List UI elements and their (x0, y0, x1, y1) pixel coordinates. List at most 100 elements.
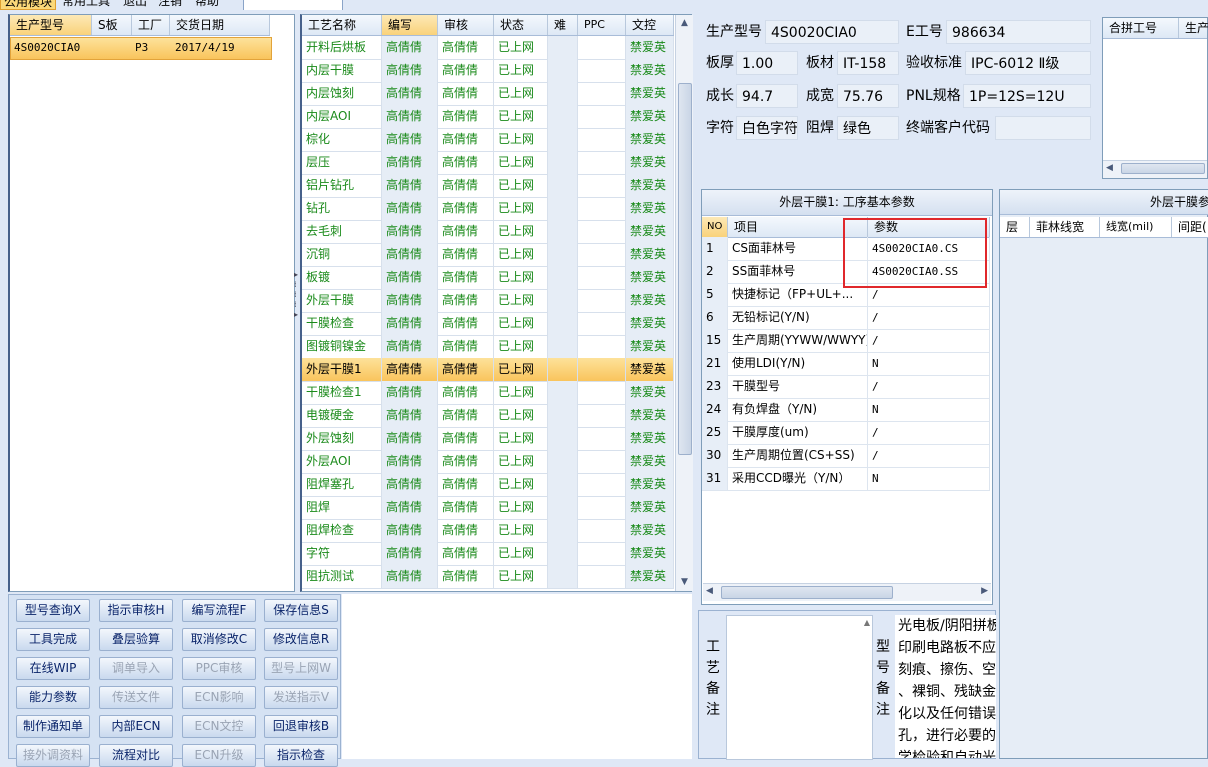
col-linewidth-mil[interactable]: 线宽(mil) (1100, 217, 1172, 237)
table-row[interactable]: 内层干膜 高倩倩 高倩倩 已上网 禁爱英 (302, 59, 674, 83)
action-button[interactable]: 能力参数 (16, 686, 90, 709)
col-film-linewidth[interactable]: 菲林线宽 (1030, 217, 1100, 237)
table-row[interactable]: 内层AOI 高倩倩 高倩倩 已上网 禁爱英 (302, 105, 674, 129)
thickness-field[interactable]: 1.00 (736, 51, 798, 75)
table-row[interactable]: 去毛刺 高倩倩 高倩倩 已上网 禁爱英 (302, 220, 674, 244)
table-row[interactable]: 棕化 高倩倩 高倩倩 已上网 禁爱英 (302, 128, 674, 152)
action-button[interactable]: 保存信息S (264, 599, 338, 622)
action-button[interactable]: 制作通知单 (16, 715, 90, 738)
col-model[interactable]: 生产型号 (10, 15, 92, 35)
action-button[interactable]: PPC审核 (182, 657, 256, 680)
length-field[interactable]: 94.7 (736, 84, 798, 108)
table-row[interactable]: 21 使用LDI(Y/N) N (702, 352, 990, 376)
cell-value[interactable]: / (868, 306, 990, 329)
menu-common-module[interactable]: 公用模块 (0, 0, 57, 10)
action-button[interactable]: 发送指示V (264, 686, 338, 709)
scroll-down-icon[interactable]: ▼ (676, 574, 693, 591)
table-row[interactable]: 外层干膜1 高倩倩 高倩倩 已上网 禁爱英 (302, 358, 674, 382)
col-layer[interactable]: 层 (1000, 217, 1030, 237)
scroll-thumb[interactable] (1121, 163, 1205, 174)
merge-hscrollbar[interactable]: ◀ (1103, 160, 1207, 178)
table-row[interactable]: 6 无铅标记(Y/N) / (702, 306, 990, 330)
action-button[interactable]: 叠层验算 (99, 628, 173, 651)
col-process-name[interactable]: 工艺名称 (302, 15, 382, 35)
menu-common-tools[interactable]: 常用工具 (62, 0, 110, 8)
action-button[interactable]: 指示检查 (264, 744, 338, 767)
width-field[interactable]: 75.76 (837, 84, 899, 108)
table-row[interactable]: 4S0020CIA0 P3 2017/4/19 (10, 37, 272, 60)
process-note-input[interactable]: ▲ (726, 615, 873, 760)
menu-logout[interactable]: 注销 (158, 0, 182, 8)
scroll-up-icon[interactable]: ▲ (676, 15, 693, 32)
action-button[interactable]: 编写流程F (182, 599, 256, 622)
cell-value[interactable]: N (868, 398, 990, 421)
table-row[interactable]: 板镀 高倩倩 高倩倩 已上网 禁爱英 (302, 266, 674, 290)
col-no[interactable]: NO (702, 217, 728, 237)
action-button[interactable]: 接外调资料 (16, 744, 90, 767)
cell-value[interactable]: / (868, 375, 990, 398)
col-status[interactable]: 状态 (494, 15, 548, 35)
table-row[interactable]: 钻孔 高倩倩 高倩倩 已上网 禁爱英 (302, 197, 674, 221)
table-row[interactable]: 字符 高倩倩 高倩倩 已上网 禁爱英 (302, 542, 674, 566)
scroll-up-icon[interactable]: ▲ (864, 618, 870, 627)
table-row[interactable]: 阻焊塞孔 高倩倩 高倩倩 已上网 禁爱英 (302, 473, 674, 497)
col-difficulty[interactable]: 难 (548, 15, 578, 35)
action-button[interactable]: 指示审核H (99, 599, 173, 622)
table-row[interactable]: 25 干膜厚度(um) / (702, 421, 990, 445)
table-row[interactable]: 图镀铜镍金 高倩倩 高倩倩 已上网 禁爱英 (302, 335, 674, 359)
model-field[interactable]: 4S0020CIA0 (765, 20, 899, 44)
action-button[interactable]: 型号上网W (264, 657, 338, 680)
cell-value[interactable]: / (868, 421, 990, 444)
action-button[interactable]: ECN升级 (182, 744, 256, 767)
table-row[interactable]: 阻抗测试 高倩倩 高倩倩 已上网 禁爱英 (302, 565, 674, 589)
table-row[interactable]: 干膜检查 高倩倩 高倩倩 已上网 禁爱英 (302, 312, 674, 336)
table-row[interactable]: 外层干膜 高倩倩 高倩倩 已上网 禁爱英 (302, 289, 674, 313)
scroll-right-icon[interactable]: ▶ (981, 586, 988, 596)
action-button[interactable]: 调单导入 (99, 657, 173, 680)
process-vscrollbar[interactable]: ▲ ▼ (675, 15, 693, 591)
menu-help[interactable]: 帮助 (195, 0, 219, 8)
menu-exit[interactable]: 退出 (123, 0, 147, 8)
action-button[interactable]: 修改信息R (264, 628, 338, 651)
action-button[interactable]: 在线WIP (16, 657, 90, 680)
table-row[interactable]: 23 干膜型号 / (702, 375, 990, 399)
scroll-left-icon[interactable]: ◀ (706, 586, 713, 596)
col-doc-control[interactable]: 文控 (626, 15, 674, 35)
table-row[interactable]: 31 采用CCD曝光（Y/N） N (702, 467, 990, 491)
scroll-thumb[interactable] (721, 586, 893, 599)
col-s-board[interactable]: S板 (92, 15, 132, 35)
col-factory[interactable]: 工厂 (132, 15, 170, 35)
col-reviewer[interactable]: 审核 (438, 15, 494, 35)
table-row[interactable]: 内层蚀刻 高倩倩 高倩倩 已上网 禁爱英 (302, 82, 674, 106)
table-row[interactable]: 层压 高倩倩 高倩倩 已上网 禁爱英 (302, 151, 674, 175)
mask-field[interactable]: 绿色 (837, 116, 899, 140)
table-row[interactable]: 沉铜 高倩倩 高倩倩 已上网 禁爱英 (302, 243, 674, 267)
scroll-thumb[interactable] (678, 83, 692, 455)
material-field[interactable]: IT-158 (837, 51, 899, 75)
action-button[interactable]: ECN文控 (182, 715, 256, 738)
scroll-left-icon[interactable]: ◀ (1106, 163, 1113, 173)
table-row[interactable]: 30 生产周期位置(CS+SS) / (702, 444, 990, 468)
col-merge-prod[interactable]: 生产 (1179, 18, 1208, 38)
cell-value[interactable]: N (868, 467, 990, 490)
action-button[interactable]: 传送文件 (99, 686, 173, 709)
table-row[interactable]: 干膜检查1 高倩倩 高倩倩 已上网 禁爱英 (302, 381, 674, 405)
action-button[interactable]: 流程对比 (99, 744, 173, 767)
col-spacing[interactable]: 间距( (1172, 217, 1208, 237)
menu-search-input[interactable] (243, 0, 343, 10)
param-hscrollbar[interactable]: ◀ ▶ (703, 583, 991, 601)
char-field[interactable]: 白色字符 (736, 116, 798, 140)
cell-value[interactable]: / (868, 444, 990, 467)
col-ppc[interactable]: PPC (578, 15, 626, 35)
table-row[interactable]: 阻焊检查 高倩倩 高倩倩 已上网 禁爱英 (302, 519, 674, 543)
table-row[interactable]: 24 有负焊盘（Y/N) N (702, 398, 990, 422)
action-button[interactable]: ECN影响 (182, 686, 256, 709)
col-writer[interactable]: 编写 (382, 15, 438, 35)
table-row[interactable]: 外层AOI 高倩倩 高倩倩 已上网 禁爱英 (302, 450, 674, 474)
table-row[interactable]: 铝片钻孔 高倩倩 高倩倩 已上网 禁爱英 (302, 174, 674, 198)
action-button[interactable]: 内部ECN (99, 715, 173, 738)
customer-field[interactable] (995, 116, 1091, 140)
model-note-text[interactable]: 光电板/阴阳拼板 印刷电路板不应 刻痕、擦伤、空 、裸铜、残缺金 化以及任何错误… (895, 615, 996, 758)
table-row[interactable]: 开料后烘板 高倩倩 高倩倩 已上网 禁爱英 (302, 36, 674, 60)
action-button[interactable]: 取消修改C (182, 628, 256, 651)
